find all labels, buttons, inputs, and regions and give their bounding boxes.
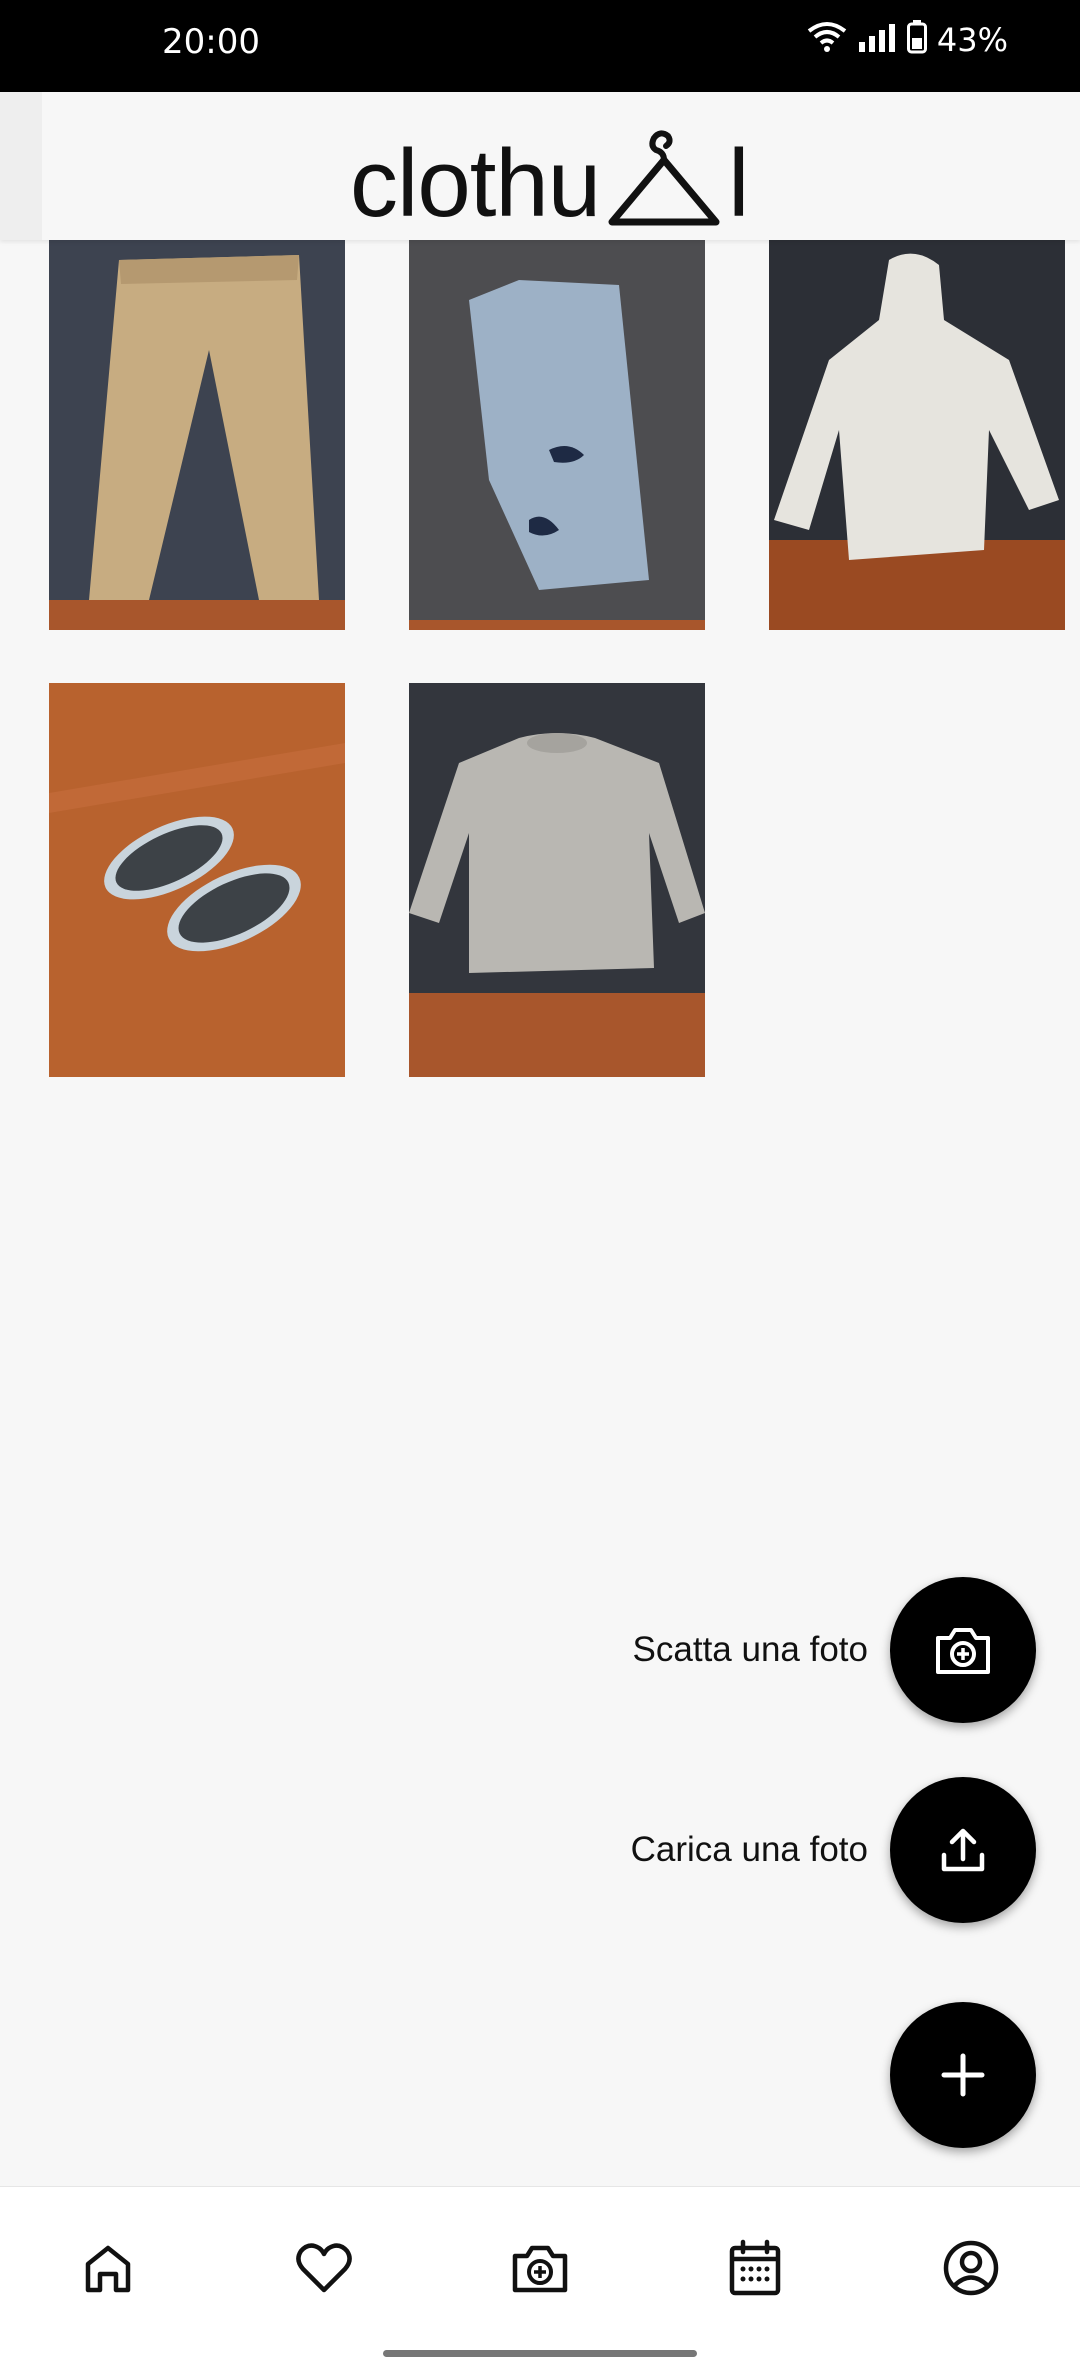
battery-percentage: 43% xyxy=(936,20,1008,59)
header-side-strip xyxy=(0,92,42,240)
plus-icon xyxy=(941,2053,985,2097)
status-indicators: 43% xyxy=(807,20,1008,59)
logo-text-right: l xyxy=(728,130,750,237)
heart-icon xyxy=(296,2243,352,2293)
add-button[interactable] xyxy=(890,2002,1036,2148)
wardrobe-item-trousers[interactable] xyxy=(49,240,345,630)
nav-account[interactable] xyxy=(936,2233,1006,2303)
wardrobe-item-slippers[interactable] xyxy=(49,683,345,1077)
home-icon xyxy=(85,2245,131,2293)
app-logo: clothu l xyxy=(350,122,750,232)
wardrobe-item-hoodie[interactable] xyxy=(769,240,1065,630)
nav-home[interactable] xyxy=(73,2233,143,2303)
upload-icon xyxy=(941,1828,985,1872)
logo-text-left: clothu xyxy=(350,130,601,237)
status-bar: 20:00 43% xyxy=(0,0,1080,92)
calendar-icon xyxy=(729,2239,781,2296)
nav-camera[interactable] xyxy=(505,2233,575,2303)
wardrobe-item-sweater[interactable] xyxy=(409,683,705,1077)
app-header: clothu l xyxy=(0,92,1080,240)
take-photo-button[interactable] xyxy=(890,1577,1036,1723)
status-time: 20:00 xyxy=(162,22,260,62)
hanger-icon xyxy=(604,122,724,232)
nav-calendar[interactable] xyxy=(720,2233,790,2303)
nav-favorites[interactable] xyxy=(289,2233,359,2303)
upload-photo-button[interactable] xyxy=(890,1777,1036,1923)
camera-add-icon xyxy=(936,1628,990,1674)
take-photo-option[interactable]: Scatta una foto xyxy=(633,1577,1036,1723)
signal-icon xyxy=(857,22,897,57)
wifi-icon xyxy=(807,21,847,58)
upload-photo-label[interactable]: Carica una foto xyxy=(631,1830,868,1870)
take-photo-label[interactable]: Scatta una foto xyxy=(633,1630,868,1670)
account-icon xyxy=(943,2240,999,2296)
upload-photo-option[interactable]: Carica una foto xyxy=(631,1777,1036,1923)
wardrobe-item-denim-shorts[interactable] xyxy=(409,240,705,630)
home-indicator[interactable] xyxy=(383,2350,697,2357)
battery-icon xyxy=(906,20,927,59)
main-fab-row[interactable] xyxy=(890,2002,1036,2148)
camera-add-icon xyxy=(512,2245,568,2293)
bottom-navigation xyxy=(0,2186,1080,2377)
